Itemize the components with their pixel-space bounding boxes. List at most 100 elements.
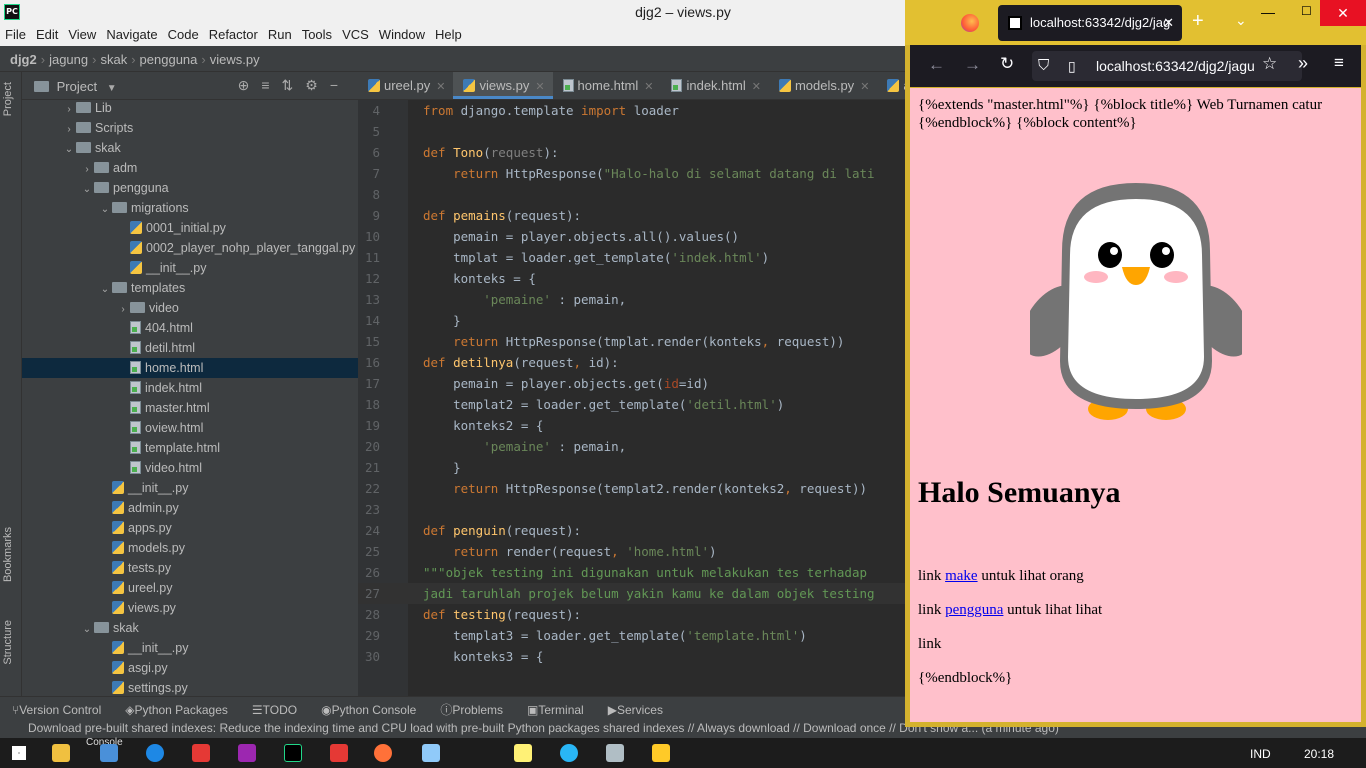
tree-row[interactable]: › Scripts [22,118,358,138]
code-line[interactable]: 10 pemain = player.objects.all().values(… [358,226,905,247]
tree-row[interactable]: ⌄ templates [22,278,358,298]
back-icon[interactable]: ← [928,55,945,75]
editor-tab[interactable]: ureel.py ✕ [358,72,453,99]
edge-icon[interactable] [146,744,164,762]
tree-row[interactable]: ⌄ skak [22,138,358,158]
tree-row[interactable]: ⌄ skak [22,618,358,638]
code-line[interactable]: 26 """objek testing ini digunakan untuk m… [358,562,905,583]
menu-tools[interactable]: Tools [297,24,337,42]
code-line[interactable]: 22 return HttpResponse(templat2.render(k… [358,478,905,499]
windows-start-icon[interactable] [12,746,26,760]
breadcrumb-item[interactable]: jagung [49,52,88,67]
hamburger-menu-icon[interactable]: ≡ [1334,53,1344,73]
tree-row[interactable]: › Lib [22,98,358,118]
chevron-right-icon[interactable]: › [80,160,94,180]
close-tab-icon[interactable]: ✕ [860,81,869,93]
code-line[interactable]: 18 templat2 = loader.get_template('detil… [358,394,905,415]
menu-refactor[interactable]: Refactor [204,24,263,42]
menu-edit[interactable]: Edit [31,24,63,42]
code-line[interactable]: 29 templat3 = loader.get_template('templ… [358,625,905,646]
app-icon[interactable] [514,744,532,762]
code-line[interactable]: 8 [358,184,905,205]
editor-tab[interactable]: ad✕ [877,72,905,99]
chevron-right-icon[interactable]: › [62,100,76,120]
app-icon[interactable] [192,744,210,762]
code-line[interactable]: 27 jadi taruhlah projek belum yakin kamu … [358,583,905,604]
breadcrumb-item[interactable]: pengguna [140,52,198,67]
tree-row[interactable]: asgi.py [22,658,358,678]
code-line[interactable]: 15 return HttpResponse(tmplat.render(kon… [358,331,905,352]
code-line[interactable]: 7 return HttpResponse("Halo-halo di sela… [358,163,905,184]
bookmarks-tool-tab[interactable]: Bookmarks [2,527,14,582]
tree-row[interactable]: ureel.py [22,578,358,598]
menu-run[interactable]: Run [263,24,297,42]
bottom-tab[interactable]: ⑂ Version Control [0,699,113,717]
breadcrumb-item[interactable]: djg2 [10,52,37,67]
code-line[interactable]: 13 'pemaine' : pemain, [358,289,905,310]
close-tab-icon[interactable]: ✕ [1163,5,1174,41]
new-tab-icon[interactable]: + [1192,10,1204,33]
tree-row[interactable]: __init__.py [22,478,358,498]
bottom-tab[interactable]: ▣ Terminal [515,699,596,717]
code-line[interactable]: 14 } [358,310,905,331]
menu-navigate[interactable]: Navigate [101,24,162,42]
structure-tool-tab[interactable]: Structure [2,620,14,665]
menu-code[interactable]: Code [163,24,204,42]
code-line[interactable]: 5 [358,121,905,142]
tree-row[interactable]: views.py [22,598,358,618]
app-icon[interactable] [238,744,256,762]
bottom-tab[interactable]: ▶ Services [596,699,675,717]
chevron-down-icon[interactable]: ⌄ [98,280,112,300]
code-line[interactable]: 11 tmplat = loader.get_template('indek.h… [358,247,905,268]
tree-row[interactable]: video.html [22,458,358,478]
bottom-tab[interactable]: ◈ Python Packages [113,699,240,717]
menu-view[interactable]: View [63,24,101,42]
tree-row[interactable]: apps.py [22,518,358,538]
editor-tab[interactable]: home.html ✕ [553,72,662,99]
code-line[interactable]: 20 'pemaine' : pemain, [358,436,905,457]
breadcrumb-item[interactable]: views.py [210,52,260,67]
menu-window[interactable]: Window [374,24,430,42]
code-line[interactable]: 28 def testing(request): [358,604,905,625]
close-tab-icon[interactable]: ✕ [644,81,653,93]
shield-icon[interactable]: ⛉ [1038,51,1049,81]
code-line[interactable]: 6 def Tono(request): [358,142,905,163]
tree-row[interactable]: __init__.py [22,638,358,658]
code-line[interactable]: 25 return render(request, 'home.html') [358,541,905,562]
tree-row[interactable]: detil.html [22,338,358,358]
code-line[interactable]: 21 } [358,457,905,478]
tree-row[interactable]: › adm [22,158,358,178]
chevron-down-icon[interactable]: ▼ [107,83,117,94]
code-line[interactable]: 9 def pemains(request): [358,205,905,226]
project-tool-tab[interactable]: Project [2,82,14,116]
tree-row[interactable]: › video [22,298,358,318]
code-line[interactable]: 24 def penguin(request): [358,520,905,541]
chevron-down-icon[interactable]: ⌄ [1235,12,1247,29]
chevron-down-icon[interactable]: ⌄ [80,180,94,200]
editor-tab[interactable]: indek.html ✕ [661,72,768,99]
reload-icon[interactable]: ↻ [1000,54,1014,74]
tree-row[interactable]: admin.py [22,498,358,518]
tree-row[interactable]: __init__.py [22,258,358,278]
close-tab-icon[interactable]: ✕ [752,81,761,93]
code-line[interactable]: 12 konteks = { [358,268,905,289]
menu-vcs[interactable]: VCS [337,24,374,42]
tree-row[interactable]: tests.py [22,558,358,578]
chevron-right-icon[interactable]: › [62,120,76,140]
code-line[interactable]: 4 from django.template import loader [358,100,905,121]
tree-row[interactable]: 0001_initial.py [22,218,358,238]
pycharm-taskbar-icon[interactable] [284,744,302,762]
code-line[interactable]: 23 [358,499,905,520]
bookmark-star-icon[interactable]: ☆ [1262,54,1277,74]
app-icon[interactable] [652,744,670,762]
app-icon[interactable] [330,744,348,762]
code-line[interactable]: 19 konteks2 = { [358,415,905,436]
notepad-icon[interactable] [422,744,440,762]
code-line[interactable]: 17 pemain = player.objects.get(id=id) [358,373,905,394]
firefox-taskbar-icon[interactable] [374,744,392,762]
chevron-down-icon[interactable]: ⌄ [80,620,94,640]
app-icon[interactable] [560,744,578,762]
tree-row[interactable]: ⌄ pengguna [22,178,358,198]
project-toolbar-icons[interactable]: ⊕≡⇅⚙− [238,77,350,94]
editor-tab[interactable]: models.py ✕ [769,72,877,99]
